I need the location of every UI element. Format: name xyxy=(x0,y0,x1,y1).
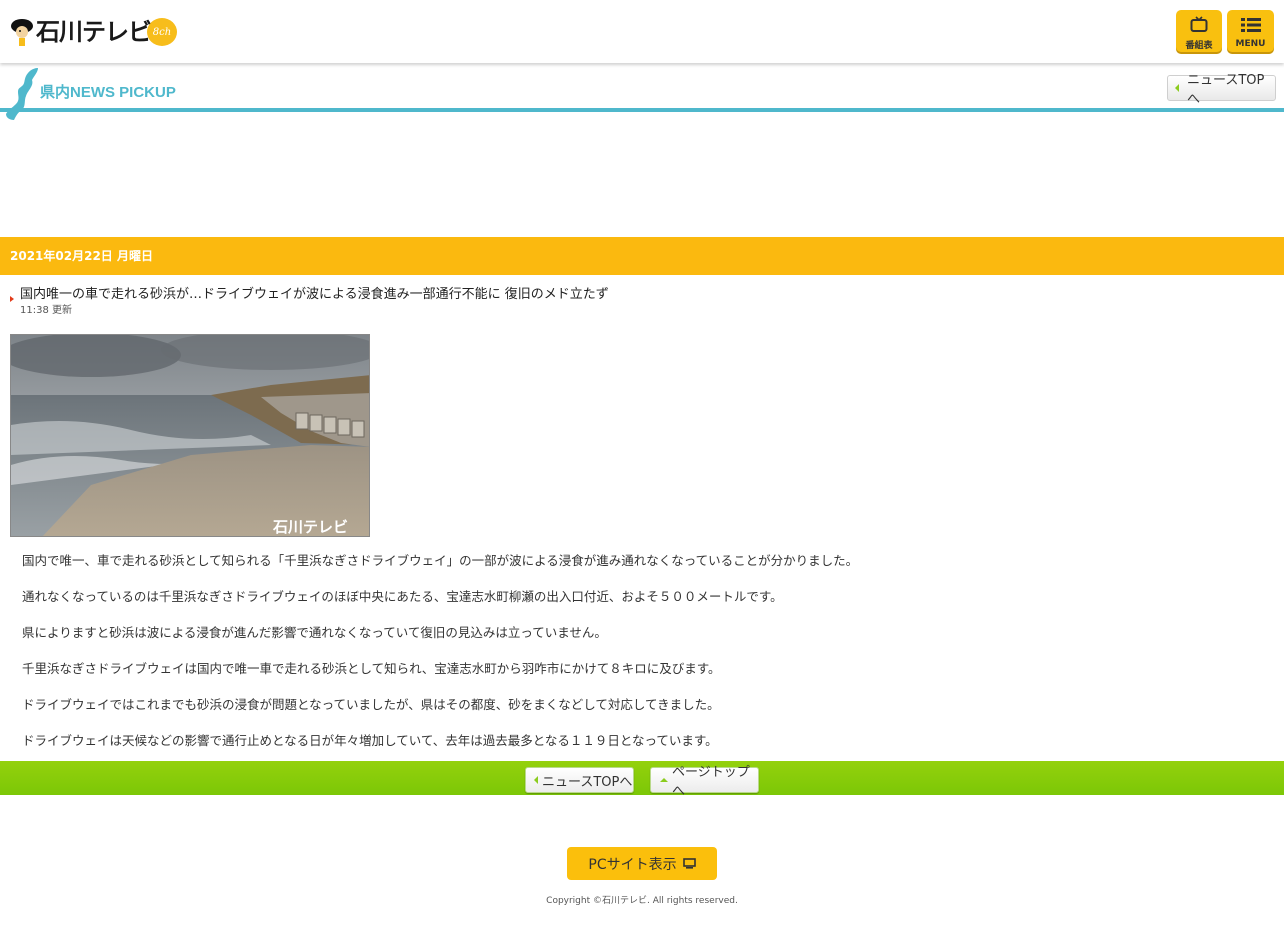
arrow-left-icon xyxy=(534,776,538,784)
article-updated-time: 11:38 更新 xyxy=(20,305,72,316)
date-label: 2021年02月22日 月曜日 xyxy=(10,249,153,263)
news-top-label: ニュースTOPへ xyxy=(1187,73,1265,107)
menu-label: MENU xyxy=(1235,39,1266,49)
photo-watermark: 石川テレビ xyxy=(272,518,348,536)
channel-badge: 8ch xyxy=(147,18,177,46)
copyright: Copyright ©石川テレビ. All rights reserved. xyxy=(546,896,738,906)
article-paragraph: 通れなくなっているのは千里浜なぎさドライブウェイのほぼ中央にあたる、宝達志水町柳… xyxy=(22,589,783,604)
footer-news-top-label: ニュースTOPへ xyxy=(542,774,633,790)
site-logo[interactable]: 石川テレビ 8ch xyxy=(10,16,177,48)
menu-button[interactable]: MENU xyxy=(1227,10,1274,52)
date-bar: 2021年02月22日 月曜日 xyxy=(0,237,1284,275)
article-photo: 石川テレビ xyxy=(10,334,370,537)
list-icon xyxy=(1240,17,1261,37)
bullet-icon xyxy=(10,296,14,302)
monitor-icon xyxy=(682,858,696,869)
article-paragraph: 千里浜なぎさドライブウェイは国内で唯一車で走れる砂浜として知られ、宝達志水町から… xyxy=(22,661,721,676)
footer-news-top-button[interactable]: ニュースTOPへ xyxy=(525,767,634,793)
article-title: 国内唯一の車で走れる砂浜が…ドライブウェイが波による浸食進み一部通行不能に 復旧… xyxy=(20,287,609,302)
page-top-button[interactable]: ページトップへ xyxy=(650,765,759,799)
section-header: 県内NEWS PICKUP ニュースTOPへ xyxy=(0,66,1284,120)
section-divider xyxy=(0,108,1284,112)
article-paragraph: 国内で唯一、車で走れる砂浜として知られる「千里浜なぎさドライブウェイ」の一部が波… xyxy=(22,553,859,568)
ishikawa-map-icon xyxy=(4,66,40,126)
article-body: 国内で唯一、車で走れる砂浜として知られる「千里浜なぎさドライブウェイ」の一部が波… xyxy=(22,552,1262,768)
news-top-button[interactable]: ニュースTOPへ xyxy=(1167,73,1276,107)
program-guide-button[interactable]: 番組表 xyxy=(1176,10,1222,52)
logo-text: 石川テレビ xyxy=(36,18,152,46)
article-paragraph: 県によりますと砂浜は波による浸食が進んだ影響で通れなくなっていて復旧の見込みは立… xyxy=(22,625,607,640)
pc-site-button[interactable]: PCサイト表示 xyxy=(567,847,717,880)
section-title: 県内NEWS PICKUP xyxy=(40,84,176,101)
footer-nav: ニュースTOPへ ページトップへ xyxy=(0,761,1284,799)
arrow-up-icon xyxy=(660,778,668,782)
page-top-label: ページトップへ xyxy=(672,765,750,799)
arrow-left-icon xyxy=(1175,84,1179,92)
article-paragraph: ドライブウェイではこれまでも砂浜の浸食が問題となっていましたが、県はその都度、砂… xyxy=(22,697,720,712)
pc-site-label: PCサイト表示 xyxy=(588,856,677,873)
program-guide-label: 番組表 xyxy=(1185,41,1213,51)
tv-icon xyxy=(1190,16,1208,36)
site-header: 石川テレビ 8ch 番組表 MENU xyxy=(0,0,1284,63)
mascot-icon xyxy=(10,17,34,47)
